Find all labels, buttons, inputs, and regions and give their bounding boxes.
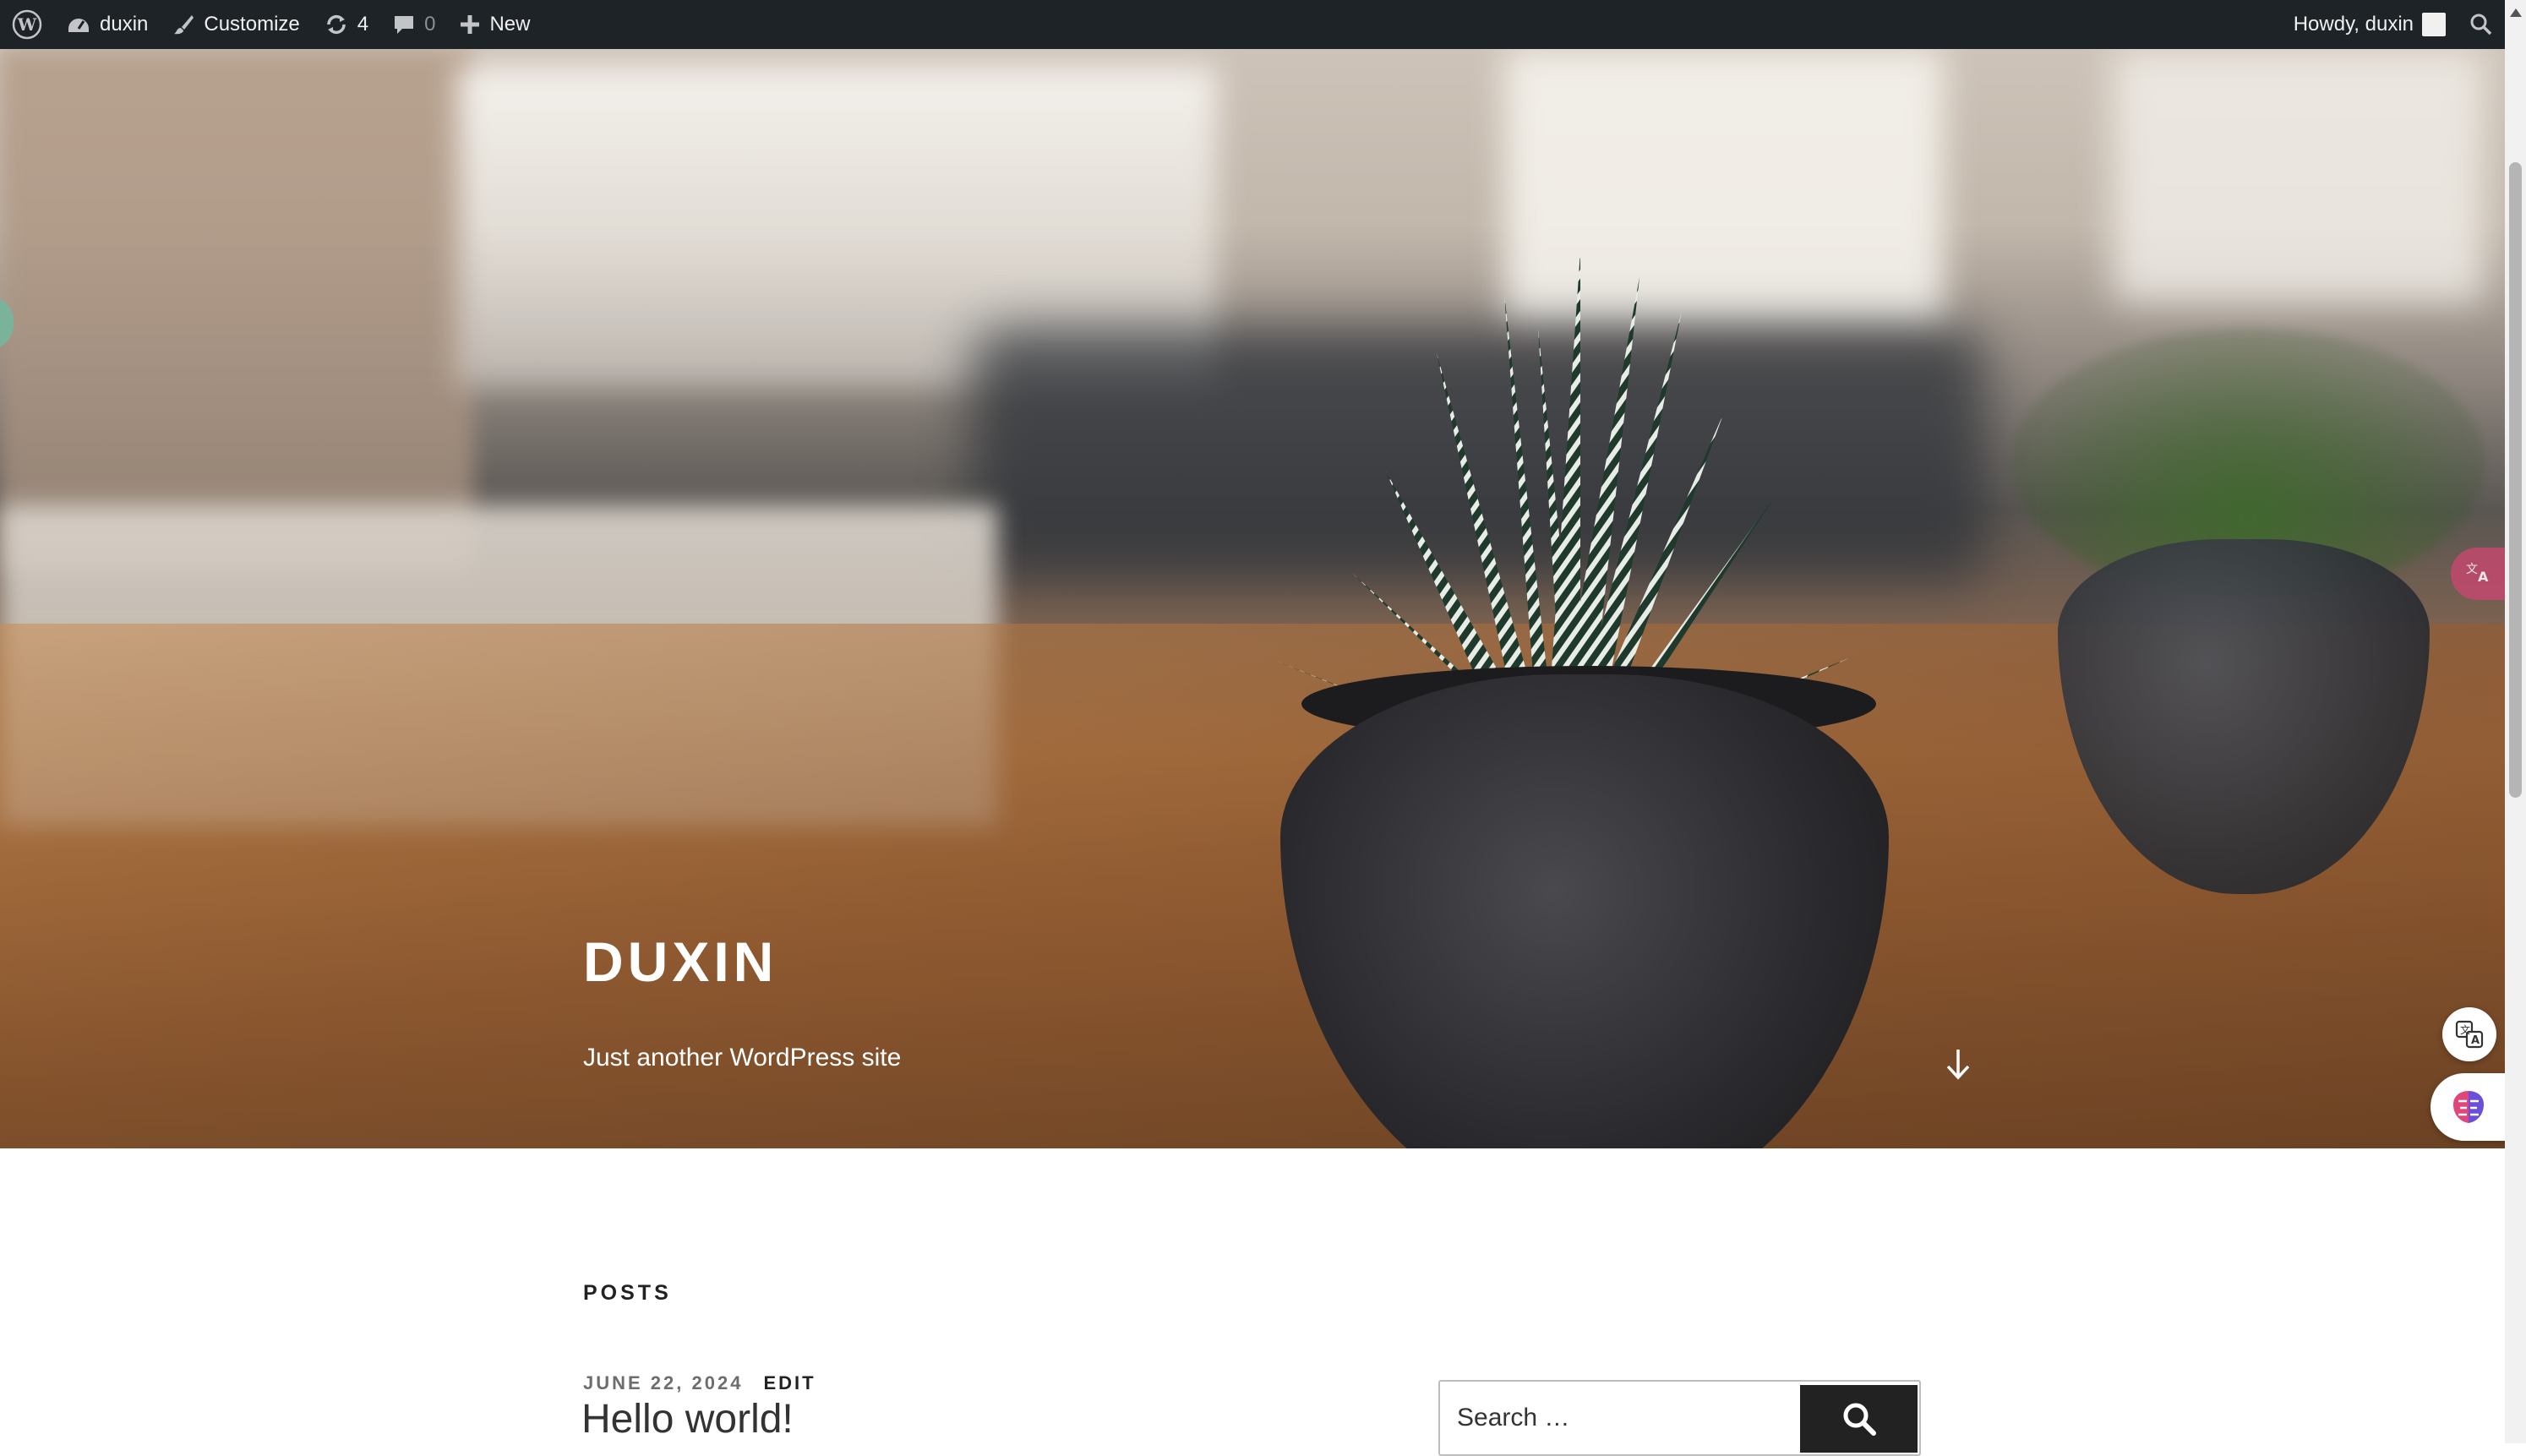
svg-text:文: 文 (2466, 563, 2478, 576)
search-input[interactable] (1440, 1382, 1800, 1454)
brain-icon (2453, 1091, 2484, 1123)
comment-bubble-icon (392, 13, 416, 36)
customize-link[interactable]: Customize (160, 0, 311, 49)
hero-pot (1280, 674, 1889, 1148)
arrow-down-icon (1946, 1050, 1970, 1080)
search-submit-button[interactable] (1800, 1385, 1918, 1453)
svg-text:W: W (17, 14, 37, 35)
post-date-link[interactable]: JUNE 22, 2024 (583, 1372, 743, 1394)
dashboard-icon (66, 12, 91, 37)
ai-assistant-button[interactable] (2431, 1073, 2507, 1141)
translate-icon: 文 A (2464, 559, 2491, 589)
translate-icon: 文 A (2455, 1020, 2484, 1049)
post-title-link[interactable]: Hello world! (581, 1396, 794, 1442)
brush-icon (172, 13, 195, 36)
updates-icon (324, 12, 349, 37)
my-account-menu[interactable]: Howdy, duxin (2282, 0, 2458, 49)
scroll-up-arrow-icon[interactable] (2510, 8, 2522, 17)
wp-logo-menu[interactable]: W (0, 0, 54, 49)
search-form (1438, 1380, 1921, 1456)
plus-icon (459, 14, 481, 35)
post-edit-link[interactable]: EDIT (763, 1372, 816, 1394)
translate-pill-button[interactable]: 文 A (2451, 548, 2505, 600)
post-meta: JUNE 22, 2024 EDIT (583, 1372, 816, 1394)
scrollbar-thumb[interactable] (2509, 162, 2522, 798)
hero-header-image (0, 49, 2505, 1148)
comments-count: 0 (424, 13, 436, 35)
scroll-down-button[interactable] (1940, 1046, 1977, 1083)
site-name-label: duxin (100, 13, 149, 35)
svg-text:A: A (2471, 1034, 2480, 1047)
howdy-label: Howdy, duxin (2293, 13, 2414, 35)
updates-link[interactable]: 4 (312, 0, 380, 49)
svg-text:A: A (2478, 569, 2489, 583)
updates-count: 4 (357, 13, 369, 35)
admin-bar: W duxin Customize 4 0 New Howdy, duxin (0, 0, 2505, 49)
customize-label: Customize (204, 13, 300, 35)
new-content-menu[interactable]: New (447, 0, 542, 49)
hero-bg-wall (0, 49, 473, 573)
avatar (2422, 13, 2446, 36)
wordpress-icon: W (12, 9, 42, 40)
site-name-menu[interactable]: duxin (54, 0, 160, 49)
admin-search-toggle[interactable] (2458, 0, 2505, 49)
search-icon (1843, 1403, 1876, 1436)
site-tagline: Just another WordPress site (583, 1044, 902, 1072)
page-scrollbar[interactable] (2505, 0, 2526, 1443)
svg-text:文: 文 (2460, 1023, 2470, 1036)
translate-float-button[interactable]: 文 A (2442, 1007, 2496, 1061)
search-icon (2469, 13, 2493, 36)
new-label: New (489, 13, 531, 35)
posts-heading: POSTS (583, 1281, 672, 1305)
comments-link[interactable]: 0 (380, 0, 447, 49)
site-title[interactable]: DUXIN (583, 930, 777, 994)
hero-bg-window (2113, 49, 2485, 303)
